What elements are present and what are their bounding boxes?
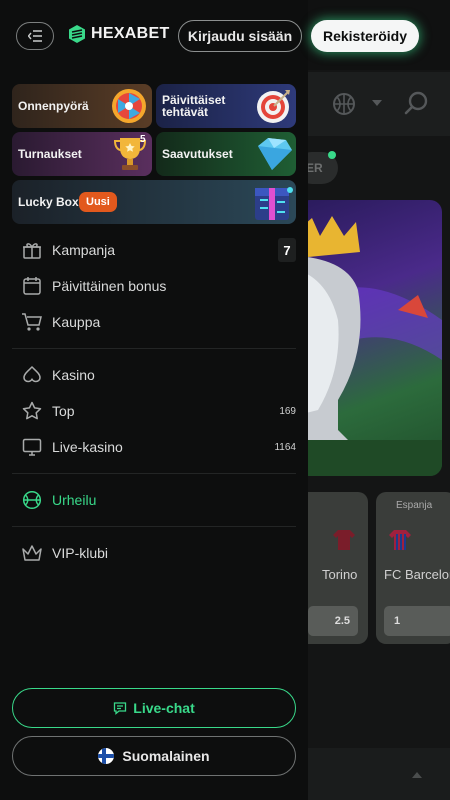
- promo-tile-achievements[interactable]: Saavutukset: [156, 132, 296, 176]
- menu-label: VIP-klubi: [52, 545, 109, 561]
- promo-label: Turnaukset: [18, 147, 82, 161]
- chat-icon: [114, 702, 127, 715]
- calendar-icon: [21, 275, 43, 297]
- menu-label: Kasino: [52, 367, 95, 383]
- menu-label: Live-kasino: [52, 439, 123, 455]
- team-name: FC Barcelor: [384, 567, 450, 582]
- live-chat-button[interactable]: Live-chat: [12, 688, 296, 728]
- live-dot: [328, 151, 336, 159]
- menu-divider: [12, 348, 296, 349]
- menu-item-campaign[interactable]: Kampanja 7: [12, 235, 296, 265]
- menu-divider: [12, 526, 296, 527]
- promo-tile-tournaments[interactable]: Turnaukset: [12, 132, 152, 176]
- promo-tile-lucky-box[interactable]: Lucky Box: [12, 180, 296, 224]
- hexabet-logo-icon: [69, 25, 85, 43]
- search-icon[interactable]: [404, 90, 430, 116]
- gift-icon: [21, 239, 43, 261]
- menu-item-shop[interactable]: Kauppa: [12, 307, 296, 337]
- language-button[interactable]: Suomalainen: [12, 736, 296, 776]
- spade-icon: [21, 364, 43, 386]
- promo-tile-wheel[interactable]: Onnenpyörä: [12, 84, 152, 128]
- promo-label: tehtävät: [162, 105, 209, 119]
- match-card[interactable]: Espanja FC Barcelor 1: [376, 492, 450, 644]
- diamond-icon: [258, 138, 292, 170]
- match-card[interactable]: Torino 2.5: [298, 492, 368, 644]
- language-label: Suomalainen: [122, 748, 210, 764]
- background-sport-strip: [308, 72, 450, 136]
- finland-flag-icon: [98, 748, 115, 764]
- monitor-icon: [21, 436, 43, 458]
- live-chat-label: Live-chat: [133, 700, 195, 716]
- wheel-icon: [112, 89, 146, 123]
- new-badge: Uusi: [79, 192, 117, 212]
- tournaments-count-badge: 5: [140, 134, 146, 145]
- background-bottom-bar: [308, 748, 450, 800]
- menu-item-vip-club[interactable]: VIP-klubi: [12, 538, 296, 568]
- register-button[interactable]: Rekisteröidy: [311, 20, 419, 52]
- jersey-icon: [333, 530, 355, 550]
- close-drawer-button[interactable]: [16, 22, 54, 50]
- live-casino-count: 1164: [274, 441, 296, 453]
- chevron-up-icon[interactable]: [412, 770, 422, 778]
- menu-item-daily-bonus[interactable]: Päivittäinen bonus: [12, 271, 296, 301]
- menu-label: Urheilu: [52, 492, 97, 508]
- cart-icon: [21, 311, 43, 333]
- logo[interactable]: HEXABET: [67, 24, 170, 44]
- jersey-icon: [389, 530, 411, 550]
- basketball-icon: [21, 489, 43, 511]
- logo-text: HEXABET: [91, 25, 170, 42]
- star-icon: [21, 400, 43, 422]
- menu-label: Päivittäinen bonus: [52, 278, 167, 294]
- league-name: Espanja: [396, 500, 433, 511]
- menu-label: Kampanja: [52, 242, 116, 258]
- top-games-count: 169: [279, 405, 296, 417]
- promo-label: Lucky Box: [18, 195, 79, 209]
- lucky-box-icon: [255, 187, 293, 220]
- odd-button[interactable]: 1: [384, 606, 450, 636]
- top-bar: HEXABET Kirjaudu sisään Rekisteröidy: [0, 0, 450, 70]
- menu-item-casino[interactable]: Kasino: [12, 360, 296, 390]
- menu-divider: [12, 473, 296, 474]
- campaign-count-badge: 7: [278, 238, 296, 262]
- menu-label: Kauppa: [52, 314, 101, 330]
- team-name: Torino: [322, 567, 358, 582]
- odd-button[interactable]: 2.5: [308, 606, 358, 636]
- login-button[interactable]: Kirjaudu sisään: [178, 20, 302, 52]
- collapse-menu-icon: [28, 30, 42, 42]
- promo-label: Saavutukset: [162, 147, 233, 161]
- menu-label: Top: [52, 403, 75, 419]
- basketball-icon[interactable]: [332, 92, 356, 116]
- chevron-down-icon[interactable]: [372, 100, 382, 108]
- target-icon: [257, 90, 290, 123]
- trophy-graphic: [298, 216, 442, 476]
- menu-item-sports[interactable]: Urheilu: [12, 485, 296, 515]
- crown-icon: [21, 542, 43, 564]
- hero-banner[interactable]: [298, 200, 442, 476]
- menu-item-top[interactable]: Top 169: [12, 396, 296, 426]
- promo-label: Onnenpyörä: [18, 99, 89, 113]
- promo-tile-daily-tasks[interactable]: Päivittäiset tehtävät: [156, 84, 296, 128]
- menu-item-live-casino[interactable]: Live-kasino 1164: [12, 432, 296, 462]
